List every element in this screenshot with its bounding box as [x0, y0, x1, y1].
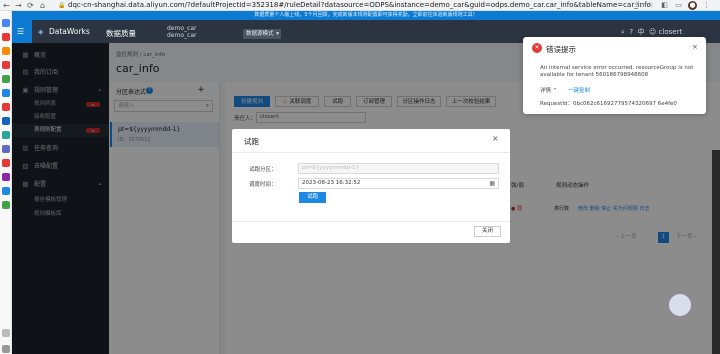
copy-button[interactable]: 一键复制	[568, 86, 590, 94]
schedule-time-label: 调度时间：	[249, 182, 277, 188]
user-name[interactable]: closert	[659, 28, 683, 36]
lang-icon[interactable]: 中	[638, 28, 645, 36]
bookmark-icon[interactable]	[2, 131, 10, 139]
partition-label: 试跑分区：	[249, 167, 277, 173]
bookmark-icon[interactable]	[2, 19, 10, 27]
request-id: RequestId：0bc062c61692779574320697 6e4fe…	[540, 101, 677, 107]
error-message: An internal service error occurred. reso…	[540, 65, 694, 78]
bookmark-strip	[0, 11, 12, 354]
run-button[interactable]: 试跑	[299, 192, 326, 203]
profile-avatar[interactable]: ●	[688, 1, 697, 10]
hamburger-icon[interactable]: ☰	[17, 27, 27, 36]
schedule-time-field[interactable]: 2023-08-23 16:32:52 ▦	[298, 178, 499, 189]
dataworks-logo-icon: ◈	[38, 28, 44, 36]
divider	[232, 152, 510, 153]
user-icon[interactable]: ☺	[649, 28, 656, 36]
star-icon[interactable]: ☆	[646, 1, 655, 10]
bookmark-icon[interactable]	[2, 103, 10, 111]
dialog-title: 试跑	[244, 137, 259, 146]
divider	[232, 221, 510, 222]
details-toggle[interactable]: 详情 ⌃	[540, 86, 557, 94]
project-name[interactable]: demo_car	[167, 25, 196, 32]
share-icon[interactable]: ⇪	[632, 1, 641, 10]
forward-icon[interactable]: →	[14, 1, 23, 10]
bookmark-icon[interactable]	[2, 89, 10, 97]
bookmark-icon[interactable]	[2, 47, 10, 55]
bookmark-icon[interactable]	[2, 117, 10, 125]
details-label: 详情	[540, 88, 552, 94]
close-button[interactable]: 关闭	[474, 226, 501, 237]
browser-toolbar: ← → ⟳ ⌂ 🔒 dqc-cn-shanghai.data.aliyun.co…	[0, 0, 720, 11]
bookmark-icon[interactable]	[2, 173, 10, 181]
extension-icon[interactable]: ◧	[660, 1, 669, 10]
bookmark-icon[interactable]	[2, 345, 10, 353]
calendar-icon[interactable]: ▦	[489, 179, 495, 188]
search-icon[interactable]: ⌕	[621, 28, 625, 36]
help-icon[interactable]: ?	[629, 28, 633, 36]
back-icon[interactable]: ←	[2, 1, 11, 10]
sidepanel-icon[interactable]: ▭	[674, 1, 683, 10]
address-bar[interactable]: dqc-cn-shanghai.data.aliyun.com/?default…	[68, 1, 651, 10]
partition-field: pt=${yyyymmdd-1}	[298, 163, 499, 174]
home-icon[interactable]: ⌂	[38, 1, 47, 10]
right-edge-strip	[712, 150, 720, 354]
menu-icon[interactable]: ⋮	[702, 1, 711, 10]
tab-data-quality[interactable]: 数据质量	[106, 28, 136, 39]
chevron-down-icon: ▾	[276, 31, 279, 37]
mode-select-value: 数据源模式	[246, 31, 274, 37]
reload-icon[interactable]: ⟳	[26, 1, 35, 10]
project-name-sub[interactable]: demo_car	[167, 32, 196, 39]
schedule-time-value: 2023-08-23 16:32:52	[302, 180, 361, 186]
notice-banner[interactable]: 数据质量个人版上线，5个月回馈，完成新版本规则配置即可获得奖励，立即前往体验新版…	[12, 11, 720, 20]
bookmark-icon[interactable]	[2, 75, 10, 83]
bookmark-icon[interactable]	[2, 145, 10, 153]
header-actions: ⌕ ? 中 ☺ closert	[621, 28, 682, 36]
brand-name: DataWorks	[49, 27, 90, 36]
lock-icon[interactable]: 🔒	[58, 2, 65, 9]
mode-select[interactable]: 数据源模式 ▾	[243, 29, 281, 39]
bookmark-icon[interactable]	[2, 61, 10, 69]
notification-title: 错误提示	[546, 45, 576, 54]
bookmark-icon[interactable]	[2, 201, 10, 209]
bookmark-icon[interactable]	[2, 329, 10, 337]
bookmark-icon[interactable]	[2, 159, 10, 167]
chevron-up-icon: ⌃	[552, 88, 558, 94]
close-icon[interactable]: ×	[492, 134, 499, 143]
assistant-fab[interactable]	[669, 294, 691, 316]
bookmark-icon[interactable]	[2, 33, 10, 41]
close-icon[interactable]: ×	[692, 43, 698, 51]
bookmark-icon[interactable]	[2, 187, 10, 195]
error-icon: ✕	[532, 43, 542, 53]
